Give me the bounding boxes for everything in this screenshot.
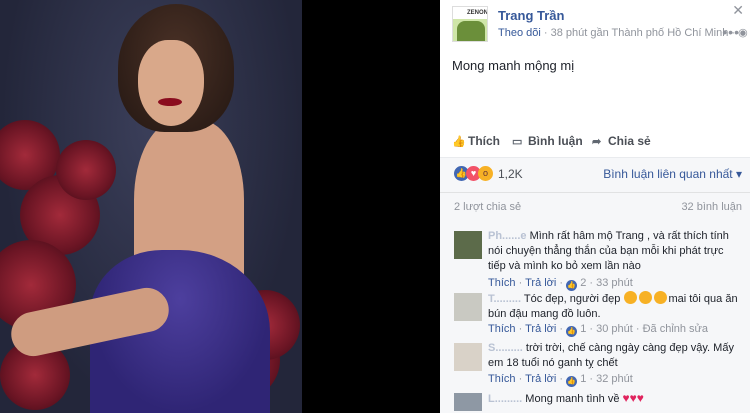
comment-button[interactable]: ▭ Bình luận: [512, 134, 583, 148]
comment-body: L......... Mong manh tình về ♥♥♥: [488, 391, 740, 407]
comment-sort-dropdown[interactable]: Bình luận liên quan nhất ▾: [603, 167, 742, 181]
comment-actions: Thích · Trả lời · 👍 1 · 30 phút · Đã chỉ…: [488, 323, 709, 337]
comment-label: Bình luận: [528, 134, 583, 148]
post-meta: Theo dõi · 38 phút gần Thành phố Hồ Chí …: [498, 26, 748, 39]
comment-time[interactable]: 33 phút: [596, 277, 633, 289]
viewer-backdrop: [302, 0, 440, 413]
comment-like-count[interactable]: 1: [580, 323, 586, 335]
author-avatar[interactable]: ZENON: [452, 6, 488, 42]
kiss-emoji-icon: [639, 291, 653, 304]
thumbs-up-icon: 👍: [452, 136, 466, 148]
comment-icon: ▭: [512, 136, 523, 148]
share-count[interactable]: 2 lượt chia sẻ: [454, 201, 521, 213]
photo-figure-face: [138, 40, 204, 126]
comment-text: trời trời, chế càng ngày càng đẹp vậy. M…: [488, 342, 734, 369]
comments-list: Ph......e Mình rất hâm mộ Trang , và rất…: [440, 223, 750, 413]
commenter-avatar[interactable]: [454, 293, 482, 321]
more-options-icon[interactable]: •••: [722, 24, 740, 40]
post-side-panel: ✕ ZENON Trang Trần Theo dõi · 38 phút gầ…: [440, 0, 750, 413]
post-text: Mong manh mộng mị: [452, 58, 575, 73]
comment-like-link[interactable]: Thích: [488, 277, 516, 289]
meta-separator: ·: [540, 27, 551, 39]
commenter-name[interactable]: T.........: [488, 293, 521, 305]
post-photo[interactable]: [0, 0, 302, 413]
comment-actions: Thích · Trả lời · 👍 1 · 32 phút: [488, 373, 633, 387]
comment-time[interactable]: 30 phút: [596, 323, 633, 335]
reactions-row: 👍 ♥ o 1,2K Bình luận liên quan nhất ▾: [440, 158, 750, 192]
like-button[interactable]: 👍 Thích: [452, 134, 500, 148]
commenter-avatar[interactable]: [454, 393, 482, 411]
like-badge-icon: 👍: [566, 376, 578, 387]
kiss-emoji-icon: [654, 291, 668, 304]
comment-body: Ph......e Mình rất hâm mộ Trang , và rất…: [488, 229, 740, 274]
comment-text: Mong manh tình về: [525, 393, 620, 405]
author-name[interactable]: Trang Trần: [498, 8, 564, 23]
wow-reaction-icon: o: [478, 166, 493, 181]
comment-item: Ph......e Mình rất hâm mộ Trang , và rất…: [454, 229, 744, 291]
comment-like-count[interactable]: 1: [580, 373, 586, 385]
post-header: ZENON Trang Trần Theo dõi · 38 phút gần …: [452, 6, 748, 42]
post-actions: 👍 Thích ▭ Bình luận ➦ Chia sẻ: [452, 134, 742, 152]
like-label: Thích: [468, 134, 500, 148]
like-badge-icon: 👍: [566, 280, 578, 291]
comment-time[interactable]: 32 phút: [596, 373, 633, 385]
comment-item: L......... Mong manh tình về ♥♥♥: [454, 391, 744, 413]
stats-row: 2 lượt chia sẻ 32 bình luận: [440, 193, 750, 223]
kiss-emoji-icon: [624, 291, 638, 304]
comment-reply-link[interactable]: Trả lời: [525, 323, 556, 335]
heart-icon: ♥: [636, 391, 644, 405]
share-icon: ➦: [592, 136, 602, 148]
photo-flower: [56, 140, 116, 200]
commenter-name[interactable]: L.........: [488, 393, 522, 405]
like-badge-icon: 👍: [566, 326, 578, 337]
avatar-tag: ZENON: [453, 7, 487, 19]
comment-like-count[interactable]: 2: [580, 277, 586, 289]
commenter-avatar[interactable]: [454, 343, 482, 371]
follow-link[interactable]: Theo dõi: [498, 27, 541, 39]
reaction-count[interactable]: 1,2K: [498, 167, 523, 181]
comment-reply-link[interactable]: Trả lời: [525, 373, 556, 385]
comment-body: S......... trời trời, chế càng ngày càng…: [488, 341, 740, 371]
comment-like-link[interactable]: Thích: [488, 323, 516, 335]
comment-reply-link[interactable]: Trả lời: [525, 277, 556, 289]
comment-edited-label[interactable]: Đã chỉnh sửa: [643, 323, 708, 335]
comment-actions: Thích · Trả lời · 👍 2 · 33 phút: [488, 277, 633, 291]
comment-item: S......... trời trời, chế càng ngày càng…: [454, 341, 744, 391]
commenter-name[interactable]: S.........: [488, 342, 523, 354]
share-button[interactable]: ➦ Chia sẻ: [592, 134, 651, 148]
comment-body: T......... Tóc đẹp, người đẹp mai tôi qu…: [488, 291, 740, 322]
commenter-name[interactable]: Ph......e: [488, 230, 527, 242]
comment-item: T......... Tóc đẹp, người đẹp mai tôi qu…: [454, 291, 744, 341]
avatar-figure: [457, 21, 485, 41]
comment-text: Tóc đẹp, người đẹp: [523, 293, 621, 305]
heart-icon: ♥: [622, 391, 630, 405]
share-label: Chia sẻ: [608, 134, 651, 148]
comment-like-link[interactable]: Thích: [488, 373, 516, 385]
commenter-avatar[interactable]: [454, 231, 482, 259]
comment-count[interactable]: 32 bình luận: [681, 201, 742, 213]
post-time-location[interactable]: 38 phút gần Thành phố Hồ Chí Minh ·: [551, 27, 739, 39]
heart-icon: ♥: [629, 391, 637, 405]
photo-figure-lips: [158, 98, 182, 106]
